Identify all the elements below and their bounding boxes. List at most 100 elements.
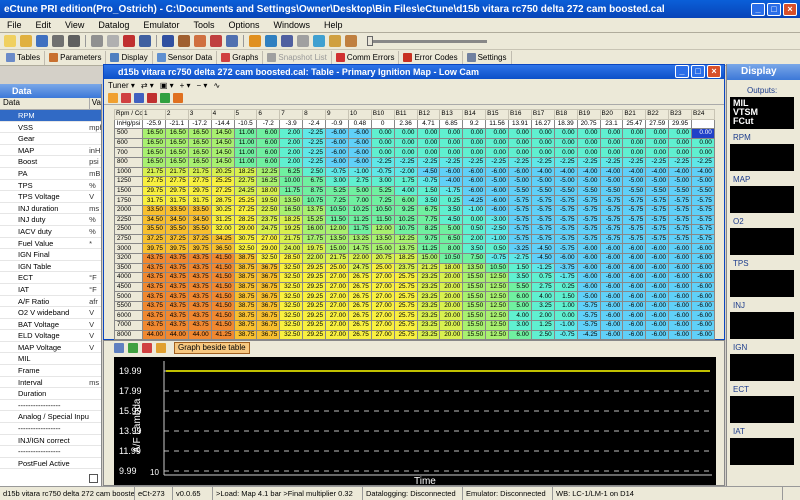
data-row[interactable]: Fuel Value * — [0, 238, 101, 250]
data-row[interactable]: TPS Voltage V — [0, 191, 101, 203]
table-cell[interactable]: 23.75 — [256, 214, 281, 226]
table-cell[interactable]: 20.00 — [439, 320, 464, 331]
table-cell[interactable]: -2.50 — [485, 224, 509, 235]
toolbar-tool-icon[interactable] — [329, 35, 341, 47]
table-cell[interactable]: 27.00 — [370, 300, 395, 312]
table-cell[interactable]: 7.25 — [370, 195, 395, 206]
table-cell[interactable]: -6.00 — [668, 243, 692, 254]
table-cell[interactable]: -5.75 — [599, 233, 624, 245]
table-cell[interactable]: 25.75 — [393, 300, 418, 312]
table-cell[interactable]: 0.00 — [645, 128, 670, 139]
toolbar-tool-icon[interactable] — [194, 35, 206, 47]
table-cell[interactable]: 16.50 — [142, 147, 166, 158]
table-cell[interactable]: 35.50 — [142, 224, 166, 235]
table-cell[interactable]: 43.75 — [142, 262, 166, 274]
table-cell[interactable]: 0.00 — [393, 137, 418, 149]
table-cell[interactable]: 29.00 — [256, 243, 281, 254]
table-cell[interactable]: -5.75 — [553, 214, 578, 226]
table-cell[interactable]: -6.00 — [622, 281, 647, 293]
rpm-header[interactable]: 500 — [114, 128, 143, 139]
table-cell[interactable]: -2.25 — [691, 156, 715, 168]
table-cell[interactable]: 14.50 — [210, 156, 235, 168]
table-cell[interactable]: 29.25 — [302, 320, 326, 331]
table-cell[interactable]: 24.25 — [233, 185, 258, 197]
table-cell[interactable]: 6.00 — [256, 156, 281, 168]
table-cell[interactable]: 27.00 — [325, 281, 349, 293]
load-value[interactable]: -2.4 — [302, 118, 326, 130]
table-cell[interactable]: 23.25 — [416, 291, 441, 302]
table-cell[interactable]: -6.00 — [691, 300, 715, 312]
table-cell[interactable]: -5.75 — [530, 204, 555, 216]
table-cell[interactable]: 32.50 — [279, 300, 304, 312]
table-cell[interactable]: 22.75 — [233, 176, 258, 187]
table-cell[interactable]: 29.75 — [142, 185, 166, 197]
table-cell[interactable]: 6.75 — [302, 176, 326, 187]
table-cell[interactable]: 37.25 — [187, 233, 212, 245]
table-cell[interactable]: -5.75 — [668, 233, 692, 245]
table-cell[interactable]: 21.75 — [142, 166, 166, 178]
rpm-header[interactable]: 7000 — [114, 320, 143, 331]
data-row[interactable]: INJ duration ms — [0, 203, 101, 215]
table-cell[interactable]: 5.25 — [370, 185, 395, 197]
rpm-header[interactable]: 4000 — [114, 272, 143, 283]
table-cell[interactable]: 10.00 — [279, 176, 304, 187]
table-cell[interactable]: 8.00 — [439, 243, 464, 254]
table-cell[interactable]: 6.00 — [508, 291, 532, 302]
table-cell[interactable]: -4.00 — [599, 166, 624, 178]
table-cell[interactable]: 31.75 — [187, 195, 212, 206]
table-cell[interactable]: 41.50 — [210, 310, 235, 322]
data-row[interactable]: PA mB — [0, 168, 101, 180]
table-cell[interactable]: 0.00 — [553, 128, 578, 139]
table-cell[interactable]: 28.25 — [233, 214, 258, 226]
table-cell[interactable]: 10.75 — [393, 224, 418, 235]
table-cell[interactable]: -6.00 — [622, 272, 647, 283]
table-cell[interactable]: 16.50 — [187, 137, 212, 149]
table-cell[interactable]: -1.00 — [347, 166, 372, 178]
table-cell[interactable]: -0.75 — [416, 176, 441, 187]
table-cell[interactable]: 20.25 — [210, 166, 235, 178]
toolbar-tool-icon[interactable] — [52, 35, 64, 47]
table-cell[interactable]: 43.75 — [164, 300, 189, 312]
table-cell[interactable]: 12.50 — [485, 281, 509, 293]
menu-view[interactable]: View — [58, 20, 91, 30]
table-cell[interactable]: 36.75 — [256, 291, 281, 302]
load-value[interactable]: -10.5 — [233, 118, 258, 130]
table-cell[interactable]: 27.00 — [370, 281, 395, 293]
load-value[interactable]: -3.9 — [279, 118, 304, 130]
column-header[interactable]: B13 — [439, 109, 464, 120]
column-header[interactable]: B17 — [530, 109, 555, 120]
load-value[interactable]: 9.2 — [462, 118, 487, 130]
table-cell[interactable]: 43.75 — [187, 300, 212, 312]
table-cell[interactable]: -6.00 — [691, 329, 715, 341]
table-cell[interactable]: 14.50 — [210, 147, 235, 158]
table-cell[interactable]: 41.50 — [210, 291, 235, 302]
data-row[interactable]: IAT °F — [0, 284, 101, 296]
table-cell[interactable]: -5.75 — [508, 233, 532, 245]
toolbar-tool-icon[interactable] — [281, 35, 293, 47]
table-cell[interactable]: 27.00 — [256, 233, 281, 245]
tuner-dropdown[interactable]: Tuner ▾ — [108, 81, 135, 90]
table-cell[interactable]: -6.00 — [576, 262, 601, 274]
table-cell[interactable]: 38.75 — [233, 329, 258, 341]
table-cell[interactable]: 13.25 — [347, 233, 372, 245]
table-cell[interactable]: -5.75 — [645, 195, 670, 206]
table-cell[interactable]: 0.00 — [553, 137, 578, 149]
table-cell[interactable]: 14.50 — [210, 128, 235, 139]
table-cell[interactable]: 12.50 — [485, 300, 509, 312]
table-cell[interactable]: 0.00 — [439, 128, 464, 139]
data-row[interactable]: Duration — [0, 388, 101, 400]
table-cell[interactable]: -2.25 — [576, 156, 601, 168]
table-cell[interactable]: 16.25 — [256, 176, 281, 187]
table-cell[interactable]: -4.00 — [576, 166, 601, 178]
table-cell[interactable]: 27.00 — [370, 291, 395, 302]
table-cell[interactable]: -5.75 — [691, 204, 715, 216]
table-cell[interactable]: -4.50 — [530, 252, 555, 264]
load-value[interactable]: 0.48 — [347, 118, 372, 130]
postfuel-checkbox[interactable] — [89, 474, 98, 483]
table-cell[interactable]: -0.75 — [553, 329, 578, 341]
table-cell[interactable]: 34.50 — [164, 214, 189, 226]
table-cell[interactable]: 20.00 — [439, 329, 464, 341]
table-cell[interactable]: -2.25 — [370, 156, 395, 168]
table-cell[interactable]: 25.75 — [393, 320, 418, 331]
table-cell[interactable]: -5.75 — [599, 214, 624, 226]
